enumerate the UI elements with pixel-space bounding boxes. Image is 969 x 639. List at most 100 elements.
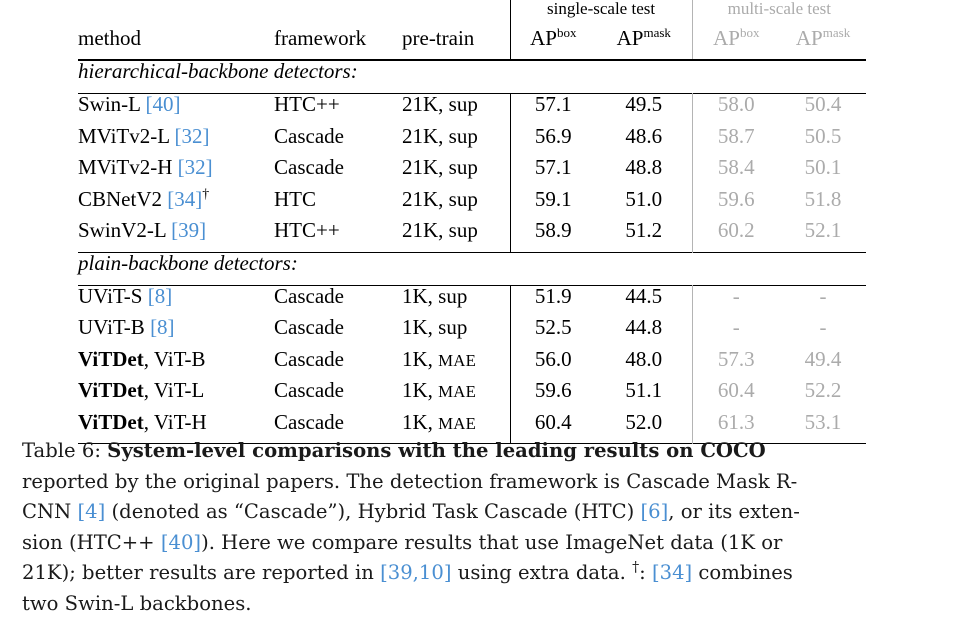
- cell-framework: Cascade: [274, 346, 344, 371]
- citation-39-10[interactable]: [39,10]: [380, 561, 451, 584]
- table-row: UViT-B [8] Cascade 1K, sup 52.5 44.8- -: [78, 317, 866, 349]
- cell-pretrain: 21K, sup: [402, 123, 510, 158]
- pretrain-dataset: 21K,: [402, 123, 449, 148]
- method-name: UViT-B: [78, 315, 151, 339]
- table-row: MViTv2-H [32] Cascade 21K, sup 57.1 48.8 58.4…: [78, 157, 866, 189]
- table-body: single-scale test multi-scale test method f…: [78, 0, 867, 444]
- method-name-bold: ViTDet: [78, 378, 144, 402]
- cell-method: UViT-B [8]: [78, 317, 274, 349]
- pretrain-method: sup: [448, 186, 478, 211]
- method-name: CBNetV2: [78, 186, 168, 211]
- method-citation[interactable]: [32]: [178, 155, 213, 179]
- group-header-multi-scale: multi-scale test: [691, 0, 867, 28]
- method-citation[interactable]: [32]: [175, 124, 210, 148]
- method-name-bold: ViTDet: [78, 346, 144, 371]
- caption-line-4: sion (HTC++ [40]). Here we compare resul…: [22, 528, 950, 559]
- cell-single-scale-ap-box: 58.9: [509, 220, 597, 252]
- caption-bold-title: System-level comparisons with the leadin…: [107, 439, 766, 462]
- cell-multi-scale-ap-box: 58.0: [691, 93, 781, 126]
- pretrain-method: MAE: [438, 350, 477, 370]
- column-header-pretrain: pre-train: [402, 26, 475, 50]
- citation-34[interactable]: [34]: [652, 561, 692, 584]
- cell-multi-scale-ap-box: -: [691, 285, 781, 317]
- cell-framework: Cascade: [274, 123, 344, 148]
- cell-single-scale-ap-mask: 49.5: [625, 92, 663, 116]
- cell-single-scale-ap-box: 56.0: [509, 348, 597, 380]
- cell-pretrain: 21K, sup: [402, 157, 510, 189]
- cell-pretrain: 21K, sup: [402, 220, 510, 252]
- pretrain-dataset: 1K,: [402, 315, 439, 339]
- method-name: Swin-L: [78, 92, 146, 116]
- cell-single-scale-ap-mask: 48.8: [625, 155, 663, 179]
- cell-single-scale-ap-mask: 51.1: [625, 378, 663, 402]
- cell-single-scale-ap-box: 51.9: [509, 285, 597, 317]
- caption-line-3-c: , or its exten-: [668, 500, 800, 523]
- pretrain-method: sup: [438, 315, 468, 339]
- dagger-symbol: †: [202, 185, 210, 201]
- cell-multi-scale-ap-mask: 52.1: [804, 218, 842, 242]
- caption-line-5-a: 21K); better results are reported in: [22, 561, 381, 584]
- method-name: UViT-S: [78, 283, 148, 308]
- method-name-bold: ViTDet: [78, 409, 144, 434]
- cell-single-scale-ap-box: 57.1: [509, 93, 597, 126]
- cell-multi-scale-ap-box: 59.6: [691, 188, 781, 220]
- cell-method: ViTDet, ViT-L: [78, 380, 274, 412]
- method-name: SwinV2-L: [78, 218, 172, 242]
- caption-line-6: two Swin-L backbones.: [22, 589, 950, 620]
- pretrain-dataset: 1K,: [402, 283, 439, 308]
- column-header-method: method: [78, 26, 141, 50]
- caption-label: Table 6:: [22, 439, 108, 462]
- cell-framework: HTC++: [274, 218, 340, 242]
- citation-4[interactable]: [4]: [78, 500, 106, 523]
- caption-line-3-b: (denoted as “Cascade”), Hybrid Task Casc…: [105, 500, 641, 523]
- group-header-spacer: [78, 0, 510, 28]
- table-caption: Table 6: System-level comparisons with t…: [22, 436, 950, 619]
- table-row: ViTDet, ViT-B Cascade 1K, MAE 56.0 48.0 57.3 4…: [78, 346, 866, 381]
- cell-pretrain: 1K, sup: [402, 285, 510, 317]
- caption-line-1: Table 6: System-level comparisons with t…: [22, 436, 950, 467]
- pretrain-method: sup: [448, 123, 478, 148]
- ap-sup-ms-box: box: [739, 25, 760, 40]
- method-name: , ViT-H: [143, 409, 207, 434]
- cell-multi-scale-ap-box: -: [691, 317, 781, 349]
- method-citation[interactable]: [39]: [171, 218, 206, 242]
- method-citation[interactable]: [40]: [145, 92, 180, 116]
- table-row: CBNetV2 [34]† HTC 21K, sup 59.1 51.0 59.6 51.8: [78, 185, 866, 220]
- section-heading-1: plain-backbone detectors:: [78, 250, 298, 275]
- column-header-ss-box: APbox: [509, 26, 597, 60]
- pretrain-method: sup: [448, 92, 478, 116]
- cell-multi-scale-ap-mask: 50.5: [804, 123, 842, 148]
- pretrain-method: MAE: [438, 382, 477, 401]
- method-name: MViTv2-H: [78, 155, 178, 179]
- cell-pretrain: 21K, sup: [402, 94, 510, 126]
- cell-pretrain: 1K, MAE: [402, 380, 510, 412]
- pretrain-method: sup: [448, 155, 478, 179]
- method-name: , ViT-L: [143, 378, 205, 402]
- cell-framework: HTC++: [274, 92, 340, 116]
- citation-6[interactable]: [6]: [640, 500, 668, 523]
- method-citation[interactable]: [8]: [148, 284, 173, 308]
- group-header-row: single-scale test multi-scale test: [78, 0, 867, 28]
- cell-single-scale-ap-mask: 51.2: [625, 218, 663, 242]
- caption-line-2: reported by the original papers. The det…: [22, 467, 950, 498]
- ap-sup-ms-mask: mask: [822, 25, 851, 40]
- method-citation[interactable]: [34]: [167, 187, 202, 211]
- cell-multi-scale-ap-mask: 50.4: [804, 92, 842, 116]
- cell-single-scale-ap-mask: 48.6: [625, 123, 663, 148]
- results-table-container: single-scale test multi-scale test method f…: [78, 0, 867, 444]
- cell-pretrain: 1K, MAE: [402, 348, 510, 381]
- cell-method: MViTv2-L [32]: [78, 124, 274, 158]
- cell-multi-scale-ap-box: 58.4: [691, 157, 781, 189]
- cell-method: MViTv2-H [32]: [78, 157, 274, 189]
- pretrain-method: MAE: [438, 413, 477, 433]
- caption-line-4-a: sion (HTC++: [22, 530, 161, 554]
- cell-single-scale-ap-mask: 44.8: [625, 315, 663, 339]
- cell-single-scale-ap-mask: 44.5: [625, 283, 663, 308]
- section-heading-row: plain-backbone detectors:: [78, 250, 867, 285]
- table-row: ViTDet, ViT-L Cascade 1K, MAE 59.6 51.1 60.4 5…: [78, 380, 866, 412]
- cell-framework: Cascade: [274, 283, 344, 308]
- cell-single-scale-ap-box: 59.1: [509, 188, 597, 220]
- citation-40[interactable]: [40]: [161, 531, 201, 554]
- method-citation[interactable]: [8]: [150, 315, 175, 339]
- caption-line-3: CNN [4] (denoted as “Cascade”), Hybrid T…: [22, 497, 950, 528]
